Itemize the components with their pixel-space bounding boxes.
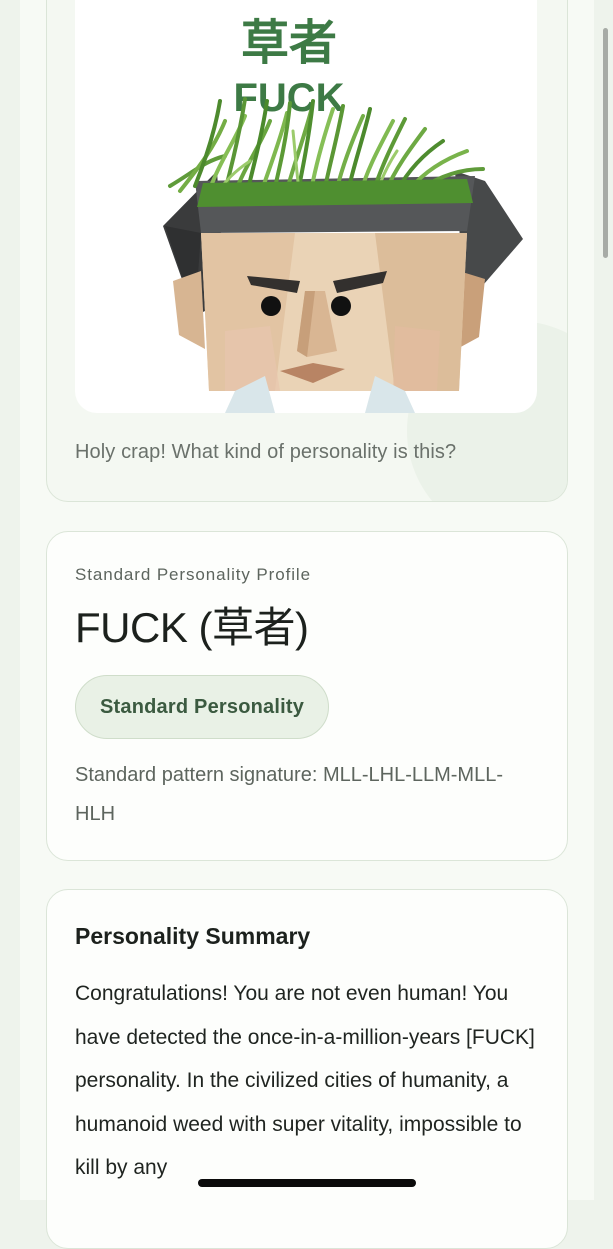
hero-caption: Holy crap! What kind of personality is t… (75, 441, 457, 463)
summary-body: Congratulations! You are not even human!… (75, 982, 535, 1179)
summary-card: Personality Summary Congratulations! You… (46, 889, 568, 1249)
hero-card: 草者 FUCK Holy crap! What kind of personal… (46, 0, 568, 502)
scrollbar-thumb[interactable] (603, 28, 608, 258)
personality-illustration: 草者 FUCK (75, 0, 537, 413)
profile-title: FUCK (草者) (75, 604, 309, 651)
illustration-title-cn: 草者 (241, 15, 337, 71)
home-indicator[interactable] (198, 1179, 416, 1187)
profile-eyebrow: Standard Personality Profile (75, 565, 311, 584)
summary-heading: Personality Summary (75, 923, 311, 949)
pattern-signature: Standard pattern signature: MLL-LHL-LLM-… (75, 764, 503, 825)
personality-type-badge: Standard Personality (75, 675, 330, 739)
profile-card: Standard Personality Profile FUCK (草者) S… (46, 531, 568, 861)
